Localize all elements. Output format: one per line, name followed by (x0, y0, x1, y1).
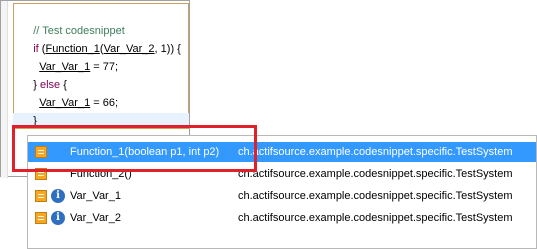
completion-item[interactable]: i Var_Var_2 ch.actifsource.example.codes… (28, 208, 536, 228)
completion-type: ch.actifsource.example.codesnippet.speci… (238, 212, 513, 224)
completion-type: ch.actifsource.example.codesnippet.speci… (238, 146, 513, 158)
info-icon: i (51, 211, 65, 225)
code-line-comment[interactable]: // Test codesnippet (21, 7, 125, 37)
code-line-if[interactable]: if (Function_1(Var_Var_2, 1)) { (21, 25, 181, 55)
completion-item[interactable]: i Var_Var_1 ch.actifsource.example.codes… (28, 186, 536, 206)
method-icon (35, 212, 47, 224)
info-icon: i (51, 189, 65, 203)
completion-type: ch.actifsource.example.codesnippet.speci… (238, 168, 513, 180)
code-line-assign-1[interactable]: Var_Var_1 = 77; (27, 43, 118, 73)
code-line-assign-2[interactable]: Var_Var_1 = 66; (27, 79, 118, 109)
code-rest: = 66; (90, 97, 119, 109)
code-line-close[interactable]: } (21, 97, 37, 127)
code-rest: = 77; (90, 61, 119, 73)
method-icon (35, 190, 47, 202)
annotation-highlight-box (12, 125, 257, 172)
code-line-else[interactable]: } else { (21, 61, 67, 91)
completion-label: Var_Var_1 (70, 190, 121, 202)
completion-type: ch.actifsource.example.codesnippet.speci… (238, 190, 513, 202)
code-variable: Var_Var_1 (39, 97, 91, 109)
code-rest: , 1)) { (154, 43, 181, 55)
completion-label: Var_Var_2 (70, 212, 121, 224)
